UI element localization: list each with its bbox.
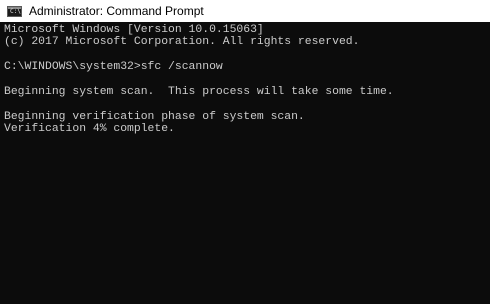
console-progress-line: Verification 4% complete. <box>4 123 175 136</box>
window-title: Administrator: Command Prompt <box>29 4 204 18</box>
command-prompt-window: C:\ Administrator: Command Prompt Micros… <box>0 0 490 304</box>
title-bar[interactable]: C:\ Administrator: Command Prompt <box>0 0 490 22</box>
console-line: Beginning system scan. This process will… <box>4 85 394 98</box>
console-line: (c) 2017 Microsoft Corporation. All righ… <box>4 36 360 49</box>
console-line: Microsoft Windows [Version 10.0.15063] <box>4 24 264 36</box>
console-command-line: C:\WINDOWS\system32>sfc /scannow <box>4 61 223 74</box>
console-output[interactable]: Microsoft Windows [Version 10.0.15063] (c… <box>4 24 484 300</box>
command-prompt-icon-glyph: C:\ <box>10 7 21 15</box>
console-line: Beginning verification phase of system s… <box>4 110 305 123</box>
command-prompt-icon[interactable]: C:\ <box>7 5 22 17</box>
